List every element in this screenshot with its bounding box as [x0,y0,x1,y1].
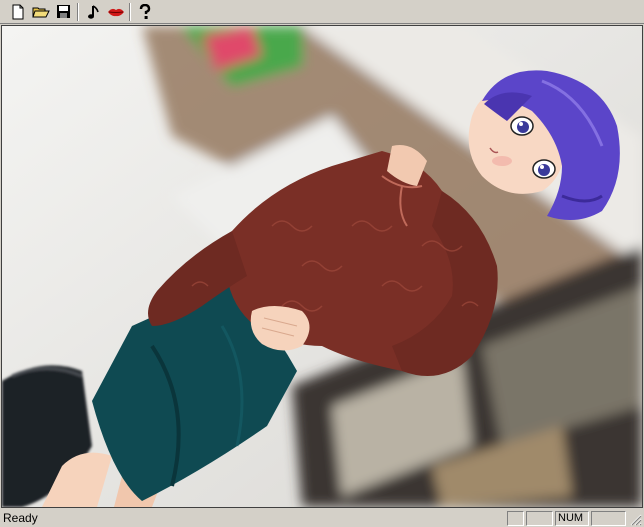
open-button[interactable] [31,2,51,21]
toolbar-separator [77,3,79,21]
status-pane-4 [591,511,626,526]
lips-icon [108,8,124,16]
open-folder-icon [32,7,50,17]
size-grip-icon[interactable] [628,512,642,526]
image-viewport[interactable] [1,25,643,508]
toolbar [0,0,644,24]
status-bar: Ready NUM [0,509,644,527]
save-disk-icon [56,5,70,18]
new-file-button[interactable] [8,2,28,21]
music-button[interactable] [84,2,104,21]
voice-button[interactable] [106,2,126,21]
toolbar-separator [129,3,131,21]
save-button[interactable] [53,2,73,21]
status-pane-1 [507,511,524,526]
help-question-icon [139,3,151,19]
help-button[interactable] [135,2,155,21]
status-pane-num: NUM [555,511,589,526]
music-note-icon [88,4,99,19]
new-file-icon [12,4,24,19]
status-pane-2 [526,511,553,526]
status-text: Ready [3,511,38,525]
scene-illustration [2,26,642,507]
